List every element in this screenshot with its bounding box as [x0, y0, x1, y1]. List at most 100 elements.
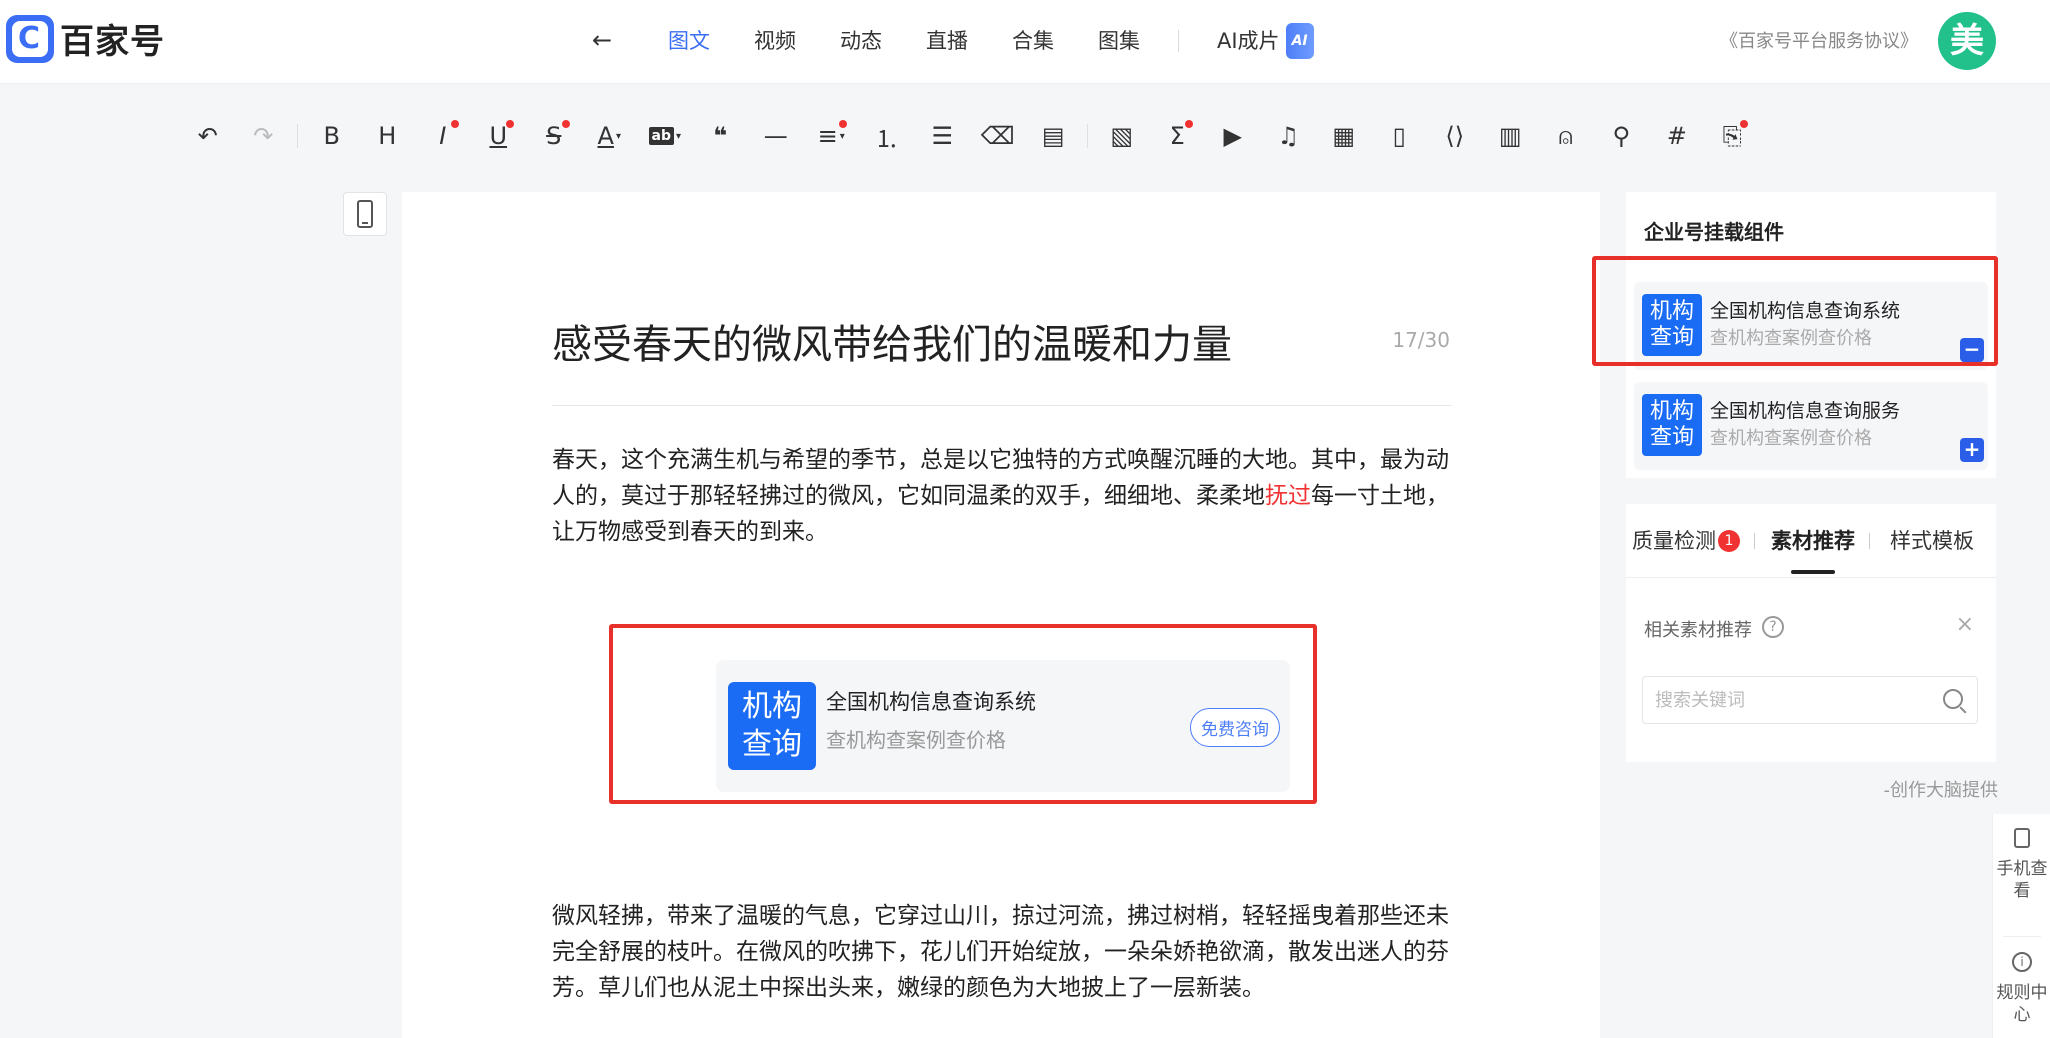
- panel-title: 企业号挂载组件: [1644, 220, 1784, 244]
- tab-gallery[interactable]: 图集: [1098, 24, 1140, 58]
- divider-button[interactable]: —: [748, 116, 804, 156]
- editor-paper[interactable]: 感受春天的微风带给我们的温暖和力量 17/30 春天，这个充满生机与希望的季节，…: [402, 192, 1600, 1038]
- new-dot: [450, 120, 459, 128]
- table-icon: ▦: [1332, 122, 1356, 150]
- content-type-tabs: 图文 视频 动态 直播 合集 图集 AI成片 AI: [668, 23, 1358, 59]
- tab-live[interactable]: 直播: [926, 24, 968, 58]
- underline-icon: U: [489, 122, 508, 150]
- music-icon: ♫: [1277, 122, 1299, 150]
- widget-subtitle: 查机构查案例查价格: [1710, 428, 1872, 449]
- service-agreement-link[interactable]: 《百家号平台服务协议》: [1720, 27, 1918, 53]
- title-row[interactable]: 感受春天的微风带给我们的温暖和力量 17/30: [552, 312, 1452, 406]
- insert-code-button[interactable]: ⟨⟩: [1427, 116, 1483, 156]
- add-widget-button[interactable]: +: [1960, 438, 1984, 462]
- highlight-box: [1592, 256, 1998, 366]
- chevron-down-icon: ▾: [675, 130, 681, 142]
- help-icon[interactable]: ?: [1762, 616, 1784, 638]
- align-button[interactable]: ≡ ▾: [804, 116, 860, 156]
- insert-link-button[interactable]: ⚲: [1594, 116, 1650, 156]
- tab-label: 质量检测: [1632, 528, 1716, 553]
- new-dot: [1740, 120, 1748, 128]
- assistant-panel: 质量检测 1 素材推荐 样式模板 相关素材推荐 ×: [1626, 504, 1996, 762]
- phone-preview-button[interactable]: [343, 192, 387, 236]
- format-painter-button[interactable]: ▤: [1026, 116, 1082, 156]
- tab-image-text[interactable]: 图文: [668, 24, 710, 58]
- quote-button[interactable]: ❝: [693, 116, 749, 156]
- widget-badge: 机构查询: [1642, 394, 1702, 456]
- material-search-box[interactable]: [1642, 676, 1978, 724]
- highlight-button[interactable]: ab ▾: [637, 116, 693, 156]
- widget-badge: 机构查询: [728, 682, 816, 770]
- formula-icon: Σ: [1169, 122, 1185, 150]
- article-title[interactable]: 感受春天的微风带给我们的温暖和力量: [552, 312, 1232, 370]
- tab-divider: [1178, 30, 1179, 52]
- paragraph[interactable]: 春天，这个充满生机与希望的季节，总是以它独特的方式唤醒沉睡的大地。其中，最为动人…: [552, 442, 1452, 550]
- user-avatar[interactable]: 美: [1938, 12, 1996, 70]
- strikethrough-icon: S: [546, 122, 562, 150]
- insert-formula-button[interactable]: Σ: [1150, 116, 1206, 156]
- insert-audio-button[interactable]: ♫: [1261, 116, 1317, 156]
- ai-video-label: AI成片: [1217, 29, 1280, 53]
- tab-video[interactable]: 视频: [754, 24, 796, 58]
- info-icon: i: [2012, 952, 2032, 972]
- rules-center-button[interactable]: i 规则中心: [1993, 952, 2050, 1026]
- issue-count-badge: 1: [1718, 529, 1740, 552]
- tab-divider: [1754, 532, 1755, 549]
- undo-icon[interactable]: ↶: [180, 116, 236, 156]
- toolbar-divider: [297, 124, 298, 148]
- redo-icon[interactable]: ↷: [236, 116, 292, 156]
- tab-ai-video[interactable]: AI成片 AI: [1217, 23, 1314, 59]
- insert-video-button[interactable]: ▶: [1205, 116, 1261, 156]
- insert-widget-button[interactable]: ⎘: [1705, 116, 1761, 156]
- logo-icon: [6, 14, 54, 63]
- embedded-widget-card[interactable]: 机构查询 全国机构信息查询系统 查机构查案例查价格 免费咨询: [716, 660, 1290, 792]
- tab-dynamic[interactable]: 动态: [840, 24, 882, 58]
- bold-button[interactable]: B: [304, 116, 360, 156]
- free-consult-button[interactable]: 免费咨询: [1190, 708, 1280, 747]
- bar-chart-icon: ▥: [1498, 122, 1522, 150]
- unordered-list-button[interactable]: ☰: [915, 116, 971, 156]
- insert-user-button[interactable]: ⍝: [1538, 116, 1594, 156]
- back-arrow-icon[interactable]: ←: [588, 26, 616, 54]
- insert-card-button[interactable]: ▯: [1372, 116, 1428, 156]
- font-color-button[interactable]: A ▾: [582, 116, 638, 156]
- insert-topic-button[interactable]: #: [1649, 116, 1705, 156]
- new-dot: [1185, 120, 1193, 128]
- heading-button[interactable]: H: [360, 116, 416, 156]
- insert-chart-button[interactable]: ▥: [1483, 116, 1539, 156]
- chevron-down-icon: ▾: [839, 130, 845, 142]
- insert-table-button[interactable]: ▦: [1316, 116, 1372, 156]
- strikethrough-button[interactable]: S: [526, 116, 582, 156]
- quote-icon: ❝: [713, 122, 728, 150]
- italic-icon: I: [439, 122, 447, 150]
- tab-style-templates[interactable]: 样式模板: [1890, 504, 1974, 578]
- logo-text: 百家号: [60, 22, 165, 62]
- mobile-view-button[interactable]: 手机查看: [1993, 828, 2050, 902]
- tab-collection[interactable]: 合集: [1012, 24, 1054, 58]
- chevron-down-icon: ▾: [615, 130, 621, 142]
- italic-button[interactable]: I: [415, 116, 471, 156]
- widget-item[interactable]: 机构查询 全国机构信息查询服务 查机构查案例查价格 +: [1634, 382, 1988, 470]
- paragraph[interactable]: 微风轻拂，带来了温暖的气息，它穿过山川，掠过河流，拂过树梢，轻轻摇曳着那些还未完…: [552, 898, 1452, 1006]
- insert-image-button[interactable]: ▧: [1094, 116, 1150, 156]
- clear-format-button[interactable]: ⌫: [970, 116, 1026, 156]
- rules-center-label: 规则中心: [1996, 983, 2048, 1025]
- search-icon[interactable]: [1943, 689, 1963, 709]
- tab-material-recommend[interactable]: 素材推荐: [1771, 504, 1855, 578]
- baijiahao-logo[interactable]: 百家号: [6, 14, 165, 63]
- underline-button[interactable]: U: [471, 116, 527, 156]
- hashtag-icon: #: [1666, 122, 1687, 150]
- new-dot: [506, 120, 514, 128]
- assistant-tabs: 质量检测 1 素材推荐 样式模板: [1626, 504, 1996, 578]
- search-input[interactable]: [1655, 687, 1915, 713]
- tab-quality-check[interactable]: 质量检测 1: [1632, 504, 1740, 578]
- close-icon[interactable]: ×: [1956, 612, 1974, 637]
- widget-title: 全国机构信息查询服务: [1710, 400, 1901, 422]
- unordered-list-icon: ☰: [931, 122, 953, 150]
- ordered-list-button[interactable]: ⒈: [859, 116, 915, 156]
- video-icon: ▶: [1223, 122, 1242, 150]
- heading-icon: H: [378, 122, 397, 150]
- tab-divider: [1869, 532, 1870, 549]
- editor-toolbar: ↶ ↷ B H I U S A ▾ ab ▾ ❝ — ≡ ▾ ⒈ ☰ ⌫ ▤ ▧ Σ …: [180, 116, 1760, 156]
- format-painter-icon: ▤: [1041, 122, 1065, 150]
